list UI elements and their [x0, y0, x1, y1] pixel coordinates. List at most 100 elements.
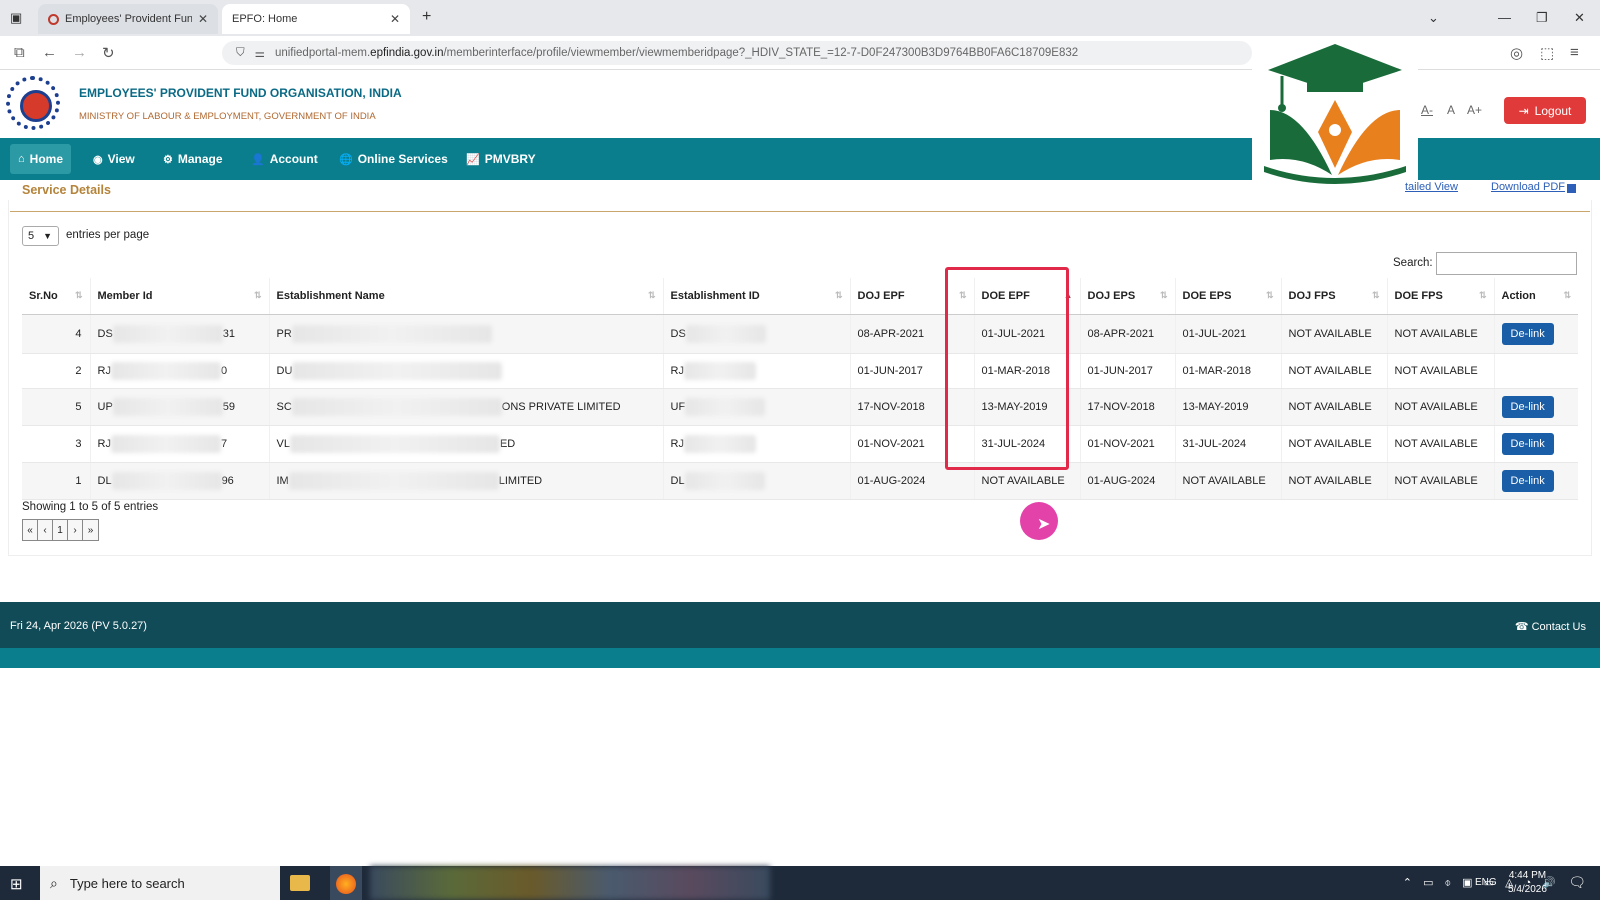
member-id-suffix: 31: [222, 327, 236, 340]
cell-member-id: DL 96: [90, 462, 270, 500]
download-pdf-link[interactable]: Download PDF: [1491, 181, 1565, 193]
url-path: /memberinterface/profile/viewmember/view…: [443, 47, 1079, 59]
contact-us-link[interactable]: ☎ Contact Us: [1515, 620, 1586, 633]
cell-establishment-name: PR: [269, 314, 664, 354]
shield-icon[interactable]: ⛉: [236, 47, 245, 60]
cell-doj-eps: 08-APR-2021: [1080, 314, 1176, 354]
member-id-suffix: 96: [221, 474, 234, 487]
windows-taskbar: ⊞ ⌕ Type here to search ⌃ ▭ ⌽ ▣ ▭ ◬ ◔ 🔊 …: [0, 866, 1600, 900]
close-tab-icon[interactable]: ✕: [198, 12, 208, 26]
site-permissions-icon[interactable]: ⚌: [255, 46, 265, 60]
member-id-prefix: UP: [97, 400, 113, 413]
close-tab-icon[interactable]: ✕: [390, 12, 400, 26]
nav-online-services[interactable]: 🌐 Online Services: [331, 144, 456, 174]
tab-list-chevron-down-icon[interactable]: ⌄: [1428, 10, 1439, 26]
minimize-window-icon[interactable]: —: [1498, 10, 1511, 25]
logout-icon: ⇥: [1518, 103, 1529, 118]
last-page-button[interactable]: »: [83, 520, 98, 540]
logout-button[interactable]: ⇥ Logout: [1504, 97, 1586, 124]
font-decrease-button[interactable]: A-: [1421, 103, 1433, 117]
nav-pmvbry[interactable]: 📈 PMVBRY: [458, 144, 544, 174]
nav-online-services-label: Online Services: [357, 152, 448, 166]
cell-action: [1494, 353, 1578, 389]
delink-button[interactable]: De-link: [1501, 432, 1554, 455]
tab-epfo-home[interactable]: EPFO: Home ✕: [222, 4, 410, 34]
table-row: 4 DS 31 PR DS 08-APR-2021 01-JUL-2021 08-…: [22, 314, 1578, 354]
delink-button[interactable]: De-link: [1501, 469, 1554, 492]
col-doj-eps[interactable]: DOJ EPS ⇅: [1080, 278, 1176, 315]
file-explorer-icon[interactable]: [290, 875, 310, 891]
cell-doe-fps: NOT AVAILABLE: [1387, 462, 1495, 500]
tab-overview-icon[interactable]: ▣: [10, 10, 22, 26]
establishment-name-suffix: ED: [499, 437, 516, 450]
mouse-pointer-icon: ➤: [1037, 516, 1051, 533]
sidebar-toggle-icon[interactable]: ⧉: [14, 44, 25, 61]
delink-button[interactable]: De-link: [1501, 395, 1554, 418]
reload-icon[interactable]: ↻: [102, 44, 115, 62]
language-indicator[interactable]: ENG: [1475, 877, 1497, 888]
nav-manage[interactable]: ⚙ Manage: [155, 144, 231, 174]
url-bar[interactable]: ⛉ ⚌ unifiedportal-mem. epfindia.gov.in/me…: [222, 41, 1252, 65]
cell-doe-eps: NOT AVAILABLE: [1175, 462, 1282, 500]
account-icon[interactable]: ◎: [1510, 44, 1523, 62]
font-normal-button[interactable]: A: [1447, 103, 1455, 117]
eye-icon: ◉: [93, 153, 103, 166]
first-page-button[interactable]: «: [23, 520, 38, 540]
col-member-id[interactable]: Member Id ⇅: [90, 278, 270, 315]
search-icon: ⌕: [50, 874, 58, 891]
establishment-id-prefix: UF: [670, 400, 686, 413]
menu-icon[interactable]: ≡: [1570, 44, 1579, 61]
redacted-blur: [112, 397, 223, 416]
cell-doj-eps: 01-AUG-2024: [1080, 462, 1176, 500]
col-doj-fps[interactable]: DOJ FPS ⇅: [1281, 278, 1388, 315]
forward-arrow-icon[interactable]: →: [72, 44, 87, 61]
establishment-id-prefix: DS: [670, 327, 686, 340]
col-doe-fps[interactable]: DOE FPS ⇅: [1387, 278, 1495, 315]
close-window-icon[interactable]: ✕: [1574, 10, 1585, 26]
sort-icon: ⇅: [253, 290, 262, 300]
back-arrow-icon[interactable]: ←: [42, 44, 57, 61]
font-increase-button[interactable]: A+: [1467, 103, 1482, 117]
firefox-icon[interactable]: [336, 874, 356, 894]
cell-action: De-link: [1494, 425, 1578, 463]
taskbar-clock[interactable]: 4:44 PM 5/4/2026: [1508, 869, 1547, 897]
nav-view[interactable]: ◉ View: [85, 144, 143, 174]
extensions-icon[interactable]: ⬚: [1540, 44, 1554, 62]
search-input[interactable]: [1436, 252, 1577, 275]
restore-window-icon[interactable]: ❐: [1536, 10, 1548, 26]
establishment-name-prefix: PR: [276, 327, 292, 340]
col-label: Establishment ID: [670, 289, 760, 302]
nav-account[interactable]: 👤 Account: [243, 144, 326, 174]
detailed-view-link[interactable]: tailed View: [1405, 181, 1458, 193]
table-row: 5 UP 59 SC ONS PRIVATE LIMITED UF 17-NOV-2…: [22, 388, 1578, 426]
col-establishment-name[interactable]: Establishment Name ⇅: [269, 278, 664, 315]
col-doe-eps[interactable]: DOE EPS ⇅: [1175, 278, 1282, 315]
user-icon: 👤: [251, 153, 265, 166]
cell-doe-fps: NOT AVAILABLE: [1387, 353, 1495, 389]
col-label: Sr.No: [29, 289, 58, 302]
gears-icon: ⚙: [163, 153, 173, 166]
next-page-button[interactable]: ›: [68, 520, 83, 540]
cell-establishment-name: IM LIMITED: [269, 462, 664, 500]
redacted-blur: [684, 471, 765, 490]
notification-icon[interactable]: 🗨: [1568, 874, 1586, 891]
col-srno[interactable]: Sr.No ⇅: [22, 278, 91, 315]
taskbar-search-box[interactable]: ⌕ Type here to search: [40, 866, 280, 900]
cell-doe-fps: NOT AVAILABLE: [1387, 314, 1495, 354]
new-tab-button[interactable]: +: [422, 8, 431, 26]
windows-start-icon[interactable]: ⊞: [10, 875, 23, 893]
download-pdf-icon[interactable]: [1567, 184, 1576, 193]
col-action[interactable]: Action ⇅: [1494, 278, 1578, 315]
col-establishment-id[interactable]: Establishment ID ⇅: [663, 278, 851, 315]
page-1-button[interactable]: 1: [53, 520, 68, 540]
cell-member-id: RJ 7: [90, 425, 270, 463]
col-label: DOJ FPS: [1288, 289, 1336, 302]
delink-button[interactable]: De-link: [1501, 322, 1554, 345]
table-info: Showing 1 to 5 of 5 entries: [22, 501, 159, 513]
prev-page-button[interactable]: ‹: [38, 520, 53, 540]
tab-employees-provident-fund[interactable]: Employees' Provident Fund Org ✕: [38, 4, 218, 34]
sort-icon: ⇅: [1478, 290, 1487, 300]
nav-home[interactable]: ⌂ Home: [10, 144, 71, 174]
table-row: 1 DL 96 IM LIMITED DL 01-AUG-2024 NOT AVAI…: [22, 462, 1578, 500]
entries-per-page-select[interactable]: 5 ▼: [22, 226, 59, 246]
